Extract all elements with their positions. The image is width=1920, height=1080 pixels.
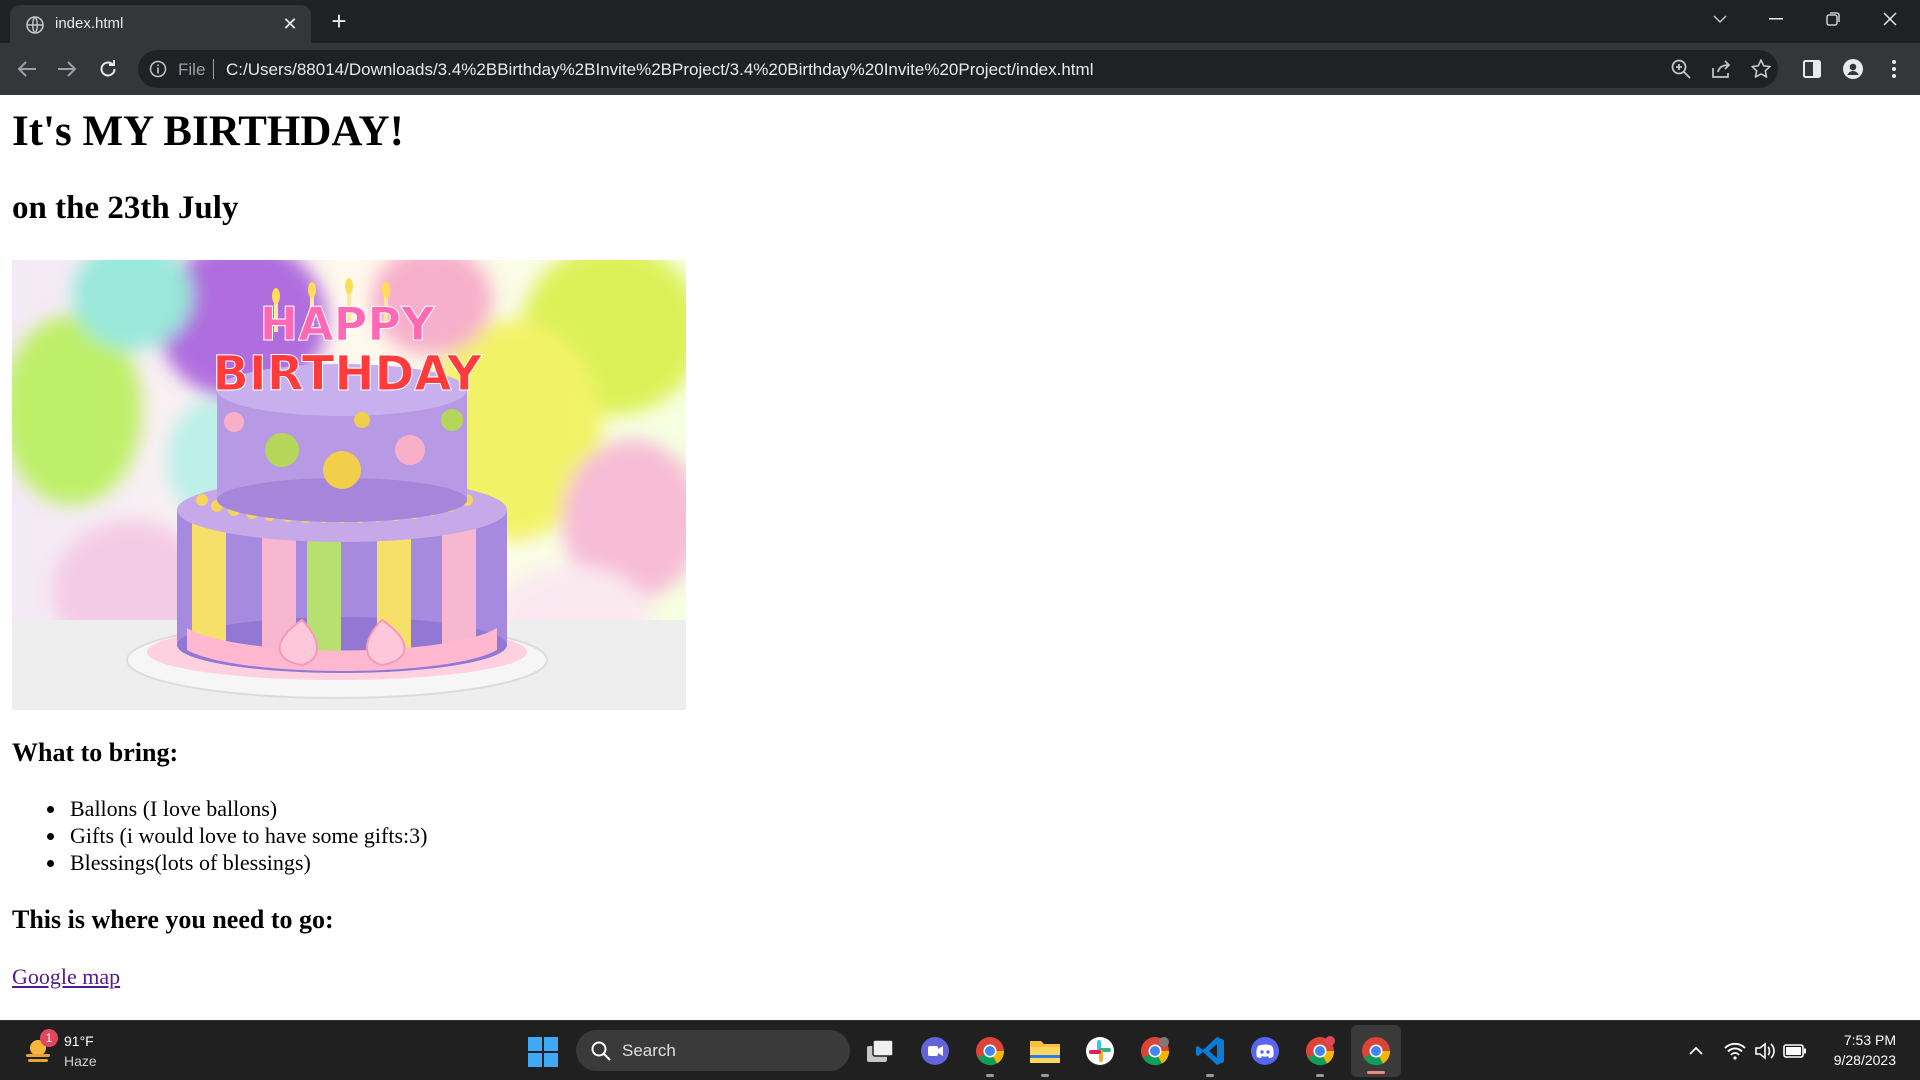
- web-page-content: It's MY BIRTHDAY! on the 23th July HAPPY…: [0, 95, 1920, 1020]
- running-indicator: [1206, 1074, 1214, 1077]
- zoom-icon[interactable]: [1670, 58, 1692, 80]
- restore-icon[interactable]: [1805, 0, 1861, 38]
- more-vert-icon[interactable]: [1880, 55, 1908, 83]
- search-icon: [590, 1040, 612, 1062]
- windows-start-icon[interactable]: [528, 1037, 558, 1067]
- chevron-up-icon[interactable]: [1683, 1038, 1709, 1064]
- side-panel-icon[interactable]: [1798, 55, 1826, 83]
- browser-tab-active[interactable]: index.html ✕: [10, 5, 311, 43]
- chrome-icon[interactable]: [972, 1033, 1008, 1077]
- google-map-link[interactable]: Google map: [12, 964, 120, 990]
- chrome-icon[interactable]: [1302, 1033, 1338, 1077]
- list-item: Ballons (I love ballons): [46, 795, 427, 822]
- weather-desc[interactable]: Haze: [64, 1053, 97, 1069]
- task-view-icon[interactable]: [862, 1033, 898, 1069]
- browser-tab-strip: index.html ✕ +: [0, 0, 1920, 43]
- file-explorer-icon[interactable]: [1027, 1033, 1063, 1077]
- info-icon[interactable]: [149, 60, 167, 78]
- slack-icon[interactable]: [1082, 1033, 1118, 1069]
- weather-temp[interactable]: 91°F: [64, 1033, 94, 1049]
- share-icon[interactable]: [1710, 58, 1732, 80]
- vscode-icon[interactable]: [1192, 1033, 1228, 1077]
- what-to-bring-heading: What to bring:: [12, 738, 179, 767]
- forward-arrow-icon[interactable]: [51, 53, 83, 85]
- weather-badge: 1: [40, 1029, 58, 1047]
- url-separator: [213, 59, 214, 79]
- back-arrow-icon[interactable]: [11, 53, 43, 85]
- wifi-icon[interactable]: [1722, 1038, 1748, 1064]
- party-date: on the 23th July: [12, 190, 239, 226]
- star-icon[interactable]: [1750, 58, 1772, 80]
- chrome-icon[interactable]: [1351, 1025, 1401, 1077]
- address-bar[interactable]: File C:/Users/88014/Downloads/3.4%2BBirt…: [138, 50, 1778, 88]
- birthday-cake-image: HAPPY BIRTHDAY: [12, 260, 686, 710]
- cake-topper-birthday: BIRTHDAY: [212, 346, 483, 402]
- close-icon[interactable]: ✕: [279, 13, 301, 35]
- tab-title: index.html: [55, 15, 124, 32]
- taskbar-search-box[interactable]: Search: [576, 1030, 850, 1071]
- chevron-down-icon[interactable]: [1692, 0, 1748, 38]
- bring-list: Ballons (I love ballons) Gifts (i would …: [46, 795, 428, 876]
- minimize-icon[interactable]: [1748, 0, 1804, 38]
- search-label: Search: [622, 1041, 676, 1060]
- url-text[interactable]: C:/Users/88014/Downloads/3.4%2BBirthday%…: [226, 60, 1093, 80]
- volume-icon[interactable]: [1752, 1038, 1778, 1064]
- running-indicator: [1367, 1071, 1385, 1074]
- where-to-go-heading: This is where you need to go:: [12, 905, 334, 934]
- windows-taskbar: 1 91°F Haze Search 7:53 PM 9/28/2023: [0, 1020, 1920, 1080]
- running-indicator: [986, 1074, 994, 1077]
- chrome-icon[interactable]: [1137, 1033, 1173, 1069]
- clock-time[interactable]: 7:53 PM: [1844, 1032, 1896, 1048]
- running-indicator: [1316, 1074, 1324, 1077]
- window-close-icon[interactable]: [1862, 0, 1918, 38]
- list-item: Blessings(lots of blessings): [46, 849, 427, 876]
- url-scheme-label: File: [178, 60, 206, 79]
- discord-icon[interactable]: [1247, 1033, 1283, 1069]
- cake-topper-happy: HAPPY: [260, 297, 436, 351]
- profile-icon[interactable]: [1839, 55, 1867, 83]
- reload-icon[interactable]: [92, 53, 124, 85]
- page-title: It's MY BIRTHDAY!: [12, 108, 404, 155]
- plus-icon[interactable]: +: [326, 8, 352, 35]
- battery-icon[interactable]: [1782, 1038, 1808, 1064]
- running-indicator: [1041, 1074, 1049, 1077]
- globe-icon: [26, 16, 44, 34]
- clock-date[interactable]: 9/28/2023: [1834, 1052, 1896, 1068]
- list-item: Gifts (i would love to have some gifts:3…: [46, 823, 428, 848]
- browser-toolbar: File C:/Users/88014/Downloads/3.4%2BBirt…: [0, 43, 1920, 95]
- teams-chat-icon[interactable]: [917, 1033, 953, 1069]
